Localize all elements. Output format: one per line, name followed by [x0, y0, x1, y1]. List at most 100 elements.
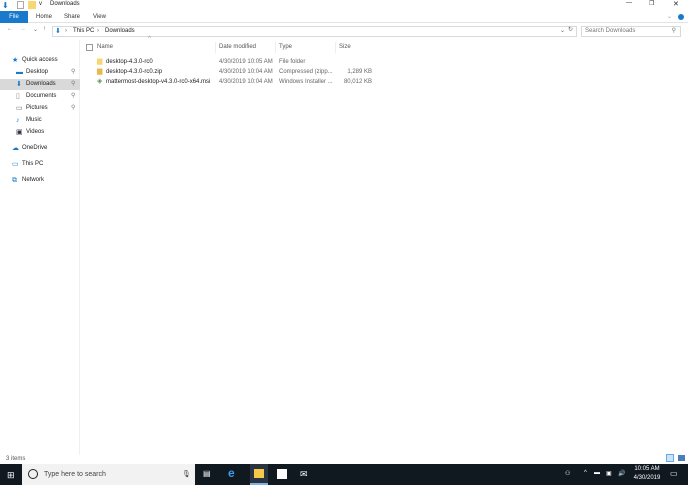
- breadcrumb-this-pc[interactable]: This PC: [73, 28, 94, 34]
- file-type: Windows Installer ...: [279, 79, 333, 85]
- download-icon: ⬇: [55, 28, 61, 35]
- pin-icon[interactable]: ⚲: [71, 67, 75, 78]
- file-date: 4/30/2019 10:04 AM: [219, 79, 273, 85]
- tab-share[interactable]: Share: [58, 11, 86, 23]
- nav-item-label: OneDrive: [22, 145, 48, 151]
- column-name[interactable]: Name: [97, 42, 113, 53]
- download-icon: ⬇: [2, 1, 9, 10]
- document-icon: ▯: [16, 93, 20, 100]
- address-dropdown[interactable]: ⌄: [560, 27, 565, 34]
- nav-item-label: Network: [22, 177, 45, 183]
- nav-item-quick-access[interactable]: ★ Quick access: [0, 55, 80, 66]
- taskbar-search-placeholder: Type here to search: [44, 471, 106, 478]
- sort-ascending-icon: ^: [148, 36, 151, 42]
- column-date-modified[interactable]: Date modified: [215, 42, 256, 53]
- title-bar: ⬇ v Downloads — ❐ ✕: [0, 0, 688, 11]
- microphone-icon[interactable]: 🎙: [182, 464, 191, 485]
- tab-view[interactable]: View: [87, 11, 112, 23]
- action-center-icon[interactable]: ▭: [670, 469, 678, 478]
- file-size: 1,289 KB: [347, 69, 372, 75]
- taskbar-search-input[interactable]: Type here to search 🎙: [22, 464, 195, 485]
- network-icon: ⧉: [12, 177, 17, 184]
- cortana-icon: [28, 469, 38, 479]
- nav-item-onedrive[interactable]: ☁ OneDrive: [0, 143, 80, 154]
- recent-locations-button[interactable]: ⌄: [33, 26, 38, 33]
- large-icons-view-button[interactable]: [678, 455, 685, 461]
- file-name[interactable]: desktop-4.3.0-rc0.zip: [106, 67, 162, 77]
- forward-button[interactable]: →: [20, 26, 26, 32]
- column-type[interactable]: Type: [275, 42, 292, 53]
- nav-item-videos[interactable]: ▣ Videos: [0, 127, 80, 138]
- maximize-button[interactable]: ❐: [649, 0, 654, 7]
- nav-item-desktop[interactable]: ▬ Desktop ⚲: [0, 67, 80, 78]
- pin-icon[interactable]: ⚲: [71, 79, 75, 90]
- task-view-icon[interactable]: ▤: [203, 469, 211, 478]
- nav-item-label: Pictures: [26, 105, 48, 111]
- file-size: 80,012 KB: [343, 79, 372, 85]
- edge-icon[interactable]: e: [228, 466, 235, 480]
- volume-icon[interactable]: 🔊: [618, 470, 625, 477]
- file-explorer-taskbar-button[interactable]: [250, 464, 268, 485]
- back-button[interactable]: ←: [7, 26, 13, 32]
- close-button[interactable]: ✕: [673, 0, 679, 8]
- download-icon: ⬇: [16, 81, 22, 88]
- search-input[interactable]: Search Downloads ⚲: [581, 26, 681, 37]
- properties-icon[interactable]: [17, 1, 24, 9]
- nav-item-pictures[interactable]: ▭ Pictures ⚲: [0, 103, 80, 114]
- mail-icon[interactable]: ✉: [300, 469, 308, 480]
- help-icon[interactable]: [678, 14, 684, 20]
- qat-chevron[interactable]: v: [39, 1, 42, 7]
- music-icon: ♪: [16, 117, 20, 124]
- nav-item-downloads[interactable]: ⬇ Downloads ⚲: [0, 79, 80, 90]
- file-row[interactable]: ▆ desktop-4.3.0-rc0 4/30/2019 10:05 AM F…: [86, 57, 386, 67]
- file-date: 4/30/2019 10:05 AM: [219, 59, 273, 65]
- nav-item-label: Music: [26, 117, 42, 123]
- store-icon[interactable]: [277, 469, 287, 479]
- nav-item-documents[interactable]: ▯ Documents ⚲: [0, 91, 80, 102]
- details-view-button[interactable]: [666, 454, 674, 462]
- select-all-checkbox[interactable]: [86, 44, 93, 51]
- search-icon: ⚲: [671, 28, 676, 34]
- minimize-button[interactable]: —: [626, 0, 632, 6]
- file-row[interactable]: ▆ desktop-4.3.0-rc0.zip 4/30/2019 10:04 …: [86, 67, 386, 77]
- column-size[interactable]: Size: [335, 42, 351, 53]
- ribbon: File Home Share View ⌄: [0, 11, 688, 23]
- expand-ribbon-icon[interactable]: ⌄: [667, 13, 672, 20]
- nav-item-label: Documents: [26, 93, 57, 99]
- nav-item-network[interactable]: ⧉ Network: [0, 175, 80, 186]
- up-button[interactable]: ↑: [43, 26, 46, 32]
- refresh-button[interactable]: ↻: [568, 26, 573, 33]
- people-icon[interactable]: ⚇: [565, 470, 570, 477]
- show-hidden-icons[interactable]: ^: [584, 470, 587, 476]
- video-icon: ▣: [16, 129, 23, 136]
- star-icon: ★: [12, 57, 19, 64]
- pin-icon[interactable]: ⚲: [71, 103, 75, 114]
- battery-icon[interactable]: ▬: [594, 470, 600, 476]
- file-row[interactable]: ◈ mattermost-desktop-v4.3.0-rc0-x64.msi …: [86, 77, 386, 87]
- file-name[interactable]: mattermost-desktop-v4.3.0-rc0-x64.msi: [106, 77, 210, 87]
- navigation-pane: ★ Quick access ▬ Desktop ⚲ ⬇ Downloads ⚲ ▯ Docume…: [0, 40, 80, 455]
- breadcrumb-downloads[interactable]: Downloads: [105, 28, 135, 34]
- nav-item-this-pc[interactable]: ▭ This PC: [0, 159, 80, 170]
- nav-item-label: Quick access: [22, 57, 58, 63]
- address-bar-row: ← → ⌄ ↑ ⬇ › This PC › Downloads ⌄ ↻ Sear…: [0, 25, 688, 39]
- file-type: Compressed (zipp...: [279, 69, 333, 75]
- new-folder-icon[interactable]: [28, 1, 36, 9]
- taskbar: ⊞ Type here to search 🎙 ▤ e ✉ ⚇ ^ ▬ ▣ 🔊 …: [0, 464, 688, 485]
- window-title: Downloads: [50, 1, 80, 7]
- windows-start-button[interactable]: ⊞: [7, 470, 15, 481]
- network-tray-icon[interactable]: ▣: [606, 470, 612, 477]
- pin-icon[interactable]: ⚲: [71, 91, 75, 102]
- status-item-count: 3 items: [6, 456, 26, 462]
- clock-time[interactable]: 10:05 AM: [633, 466, 661, 472]
- tab-file[interactable]: File: [0, 11, 28, 23]
- nav-item-label: Downloads: [26, 81, 56, 87]
- pictures-icon: ▭: [16, 105, 23, 112]
- nav-item-label: This PC: [22, 161, 44, 167]
- address-input[interactable]: ⬇ › This PC › Downloads ⌄: [52, 26, 577, 37]
- tab-home[interactable]: Home: [30, 11, 58, 23]
- file-name[interactable]: desktop-4.3.0-rc0: [106, 57, 153, 67]
- nav-item-music[interactable]: ♪ Music: [0, 115, 80, 126]
- clock-date[interactable]: 4/30/2019: [633, 475, 661, 481]
- folder-icon: ▆: [97, 58, 103, 65]
